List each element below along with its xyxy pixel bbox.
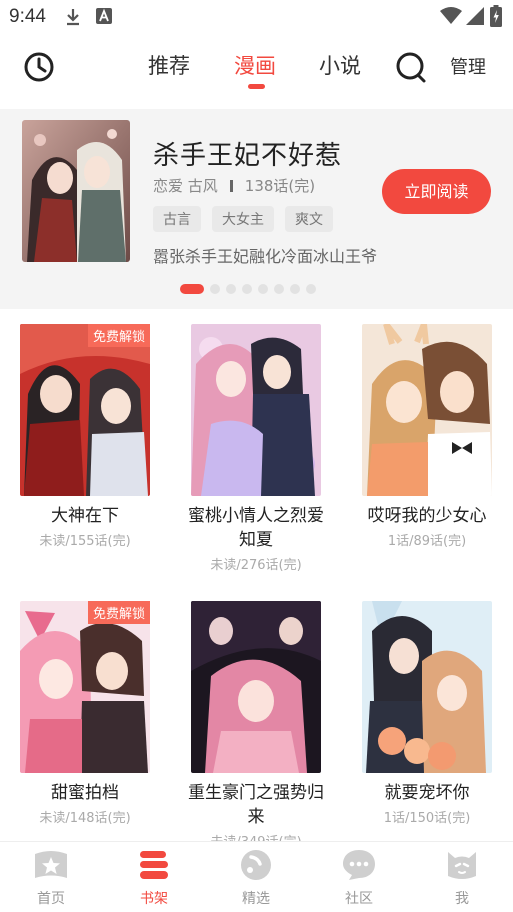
bottom-nav-label: 我 [455, 891, 469, 907]
bottom-nav: 首页 书架 精选 社区 我 [0, 841, 513, 912]
banner-chapters: 138话(完) [244, 177, 316, 195]
comic-title[interactable]: 哎呀我的少女心 [352, 504, 502, 528]
comic-cover-image[interactable] [191, 324, 321, 496]
bottom-nav-bookshelf[interactable]: 书架 [114, 842, 194, 912]
wifi-icon [440, 7, 462, 24]
comic-progress: 未读/148话(完) [39, 811, 131, 826]
comic-cover-image[interactable] [362, 324, 492, 496]
comic-cover-image[interactable] [191, 601, 321, 773]
download-icon [67, 9, 79, 26]
cell-signal-icon [466, 7, 484, 25]
banner-description: 嚣张杀手王妃融化冷面冰山王爷 [153, 247, 378, 266]
status-bar: 9:44 [0, 0, 513, 34]
banner-tag: 爽文 [285, 206, 333, 232]
carousel-dot[interactable] [274, 284, 284, 294]
tab-comics[interactable]: 漫画 [234, 50, 276, 80]
comic-cover-image[interactable] [20, 601, 150, 773]
bottom-nav-label: 书架 [140, 891, 168, 907]
community-chat-icon [343, 850, 375, 880]
comic-progress: 未读/155话(完) [39, 534, 131, 549]
bottom-nav-label: 精选 [242, 891, 270, 907]
bottom-nav-home[interactable]: 首页 [11, 842, 91, 912]
meta-divider [229, 180, 233, 192]
comic-title[interactable]: 甜蜜拍档 [10, 781, 160, 805]
carousel-dot[interactable] [180, 284, 204, 294]
bottom-nav-label: 社区 [345, 891, 373, 907]
status-time: 9:44 [9, 6, 46, 27]
carousel-dot[interactable] [306, 284, 316, 294]
free-unlock-badge: 免费解锁 [87, 601, 150, 624]
carousel-dot[interactable] [290, 284, 300, 294]
banner-genre: 恋爱 古风 [153, 177, 218, 195]
search-icon[interactable] [395, 50, 427, 84]
featured-icon [241, 850, 271, 880]
comic-cover-image[interactable] [20, 324, 150, 496]
carousel-dot[interactable] [210, 284, 220, 294]
comic-title[interactable]: 就要宠坏你 [352, 781, 502, 805]
banner-tag: 大女主 [212, 206, 274, 232]
comic-title[interactable]: 大神在下 [10, 504, 160, 528]
profile-cat-icon [448, 852, 476, 879]
bottom-nav-me[interactable]: 我 [422, 842, 502, 912]
manage-button[interactable]: 管理 [450, 53, 486, 79]
comic-progress: 1话/89话(完) [387, 534, 467, 549]
read-now-button[interactable]: 立即阅读 [382, 169, 491, 214]
bottom-nav-community[interactable]: 社区 [319, 842, 399, 912]
comic-title[interactable]: 重生豪门之强势归来 [181, 781, 331, 829]
tab-recommend[interactable]: 推荐 [148, 50, 190, 80]
bottom-nav-label: 首页 [37, 891, 65, 907]
carousel-dot[interactable] [226, 284, 236, 294]
banner-meta: 恋爱 古风 138话(完) [153, 175, 315, 196]
battery-icon [490, 5, 502, 27]
tab-novels[interactable]: 小说 [319, 50, 361, 80]
carousel-dot[interactable] [258, 284, 268, 294]
free-unlock-badge: 免费解锁 [87, 324, 150, 347]
carousel-dot[interactable] [242, 284, 252, 294]
banner-tag: 古言 [153, 206, 201, 232]
home-star-icon [35, 851, 67, 878]
top-nav: 推荐 漫画 小说 管理 [0, 34, 513, 104]
comic-progress: 未读/276话(完) [210, 558, 302, 573]
banner-title[interactable]: 杀手王妃不好惹 [153, 135, 342, 172]
history-clock-icon[interactable] [22, 50, 56, 84]
comic-progress: 1话/150话(完) [383, 811, 471, 826]
font-a-icon [96, 8, 112, 24]
bookshelf-icon [140, 851, 168, 879]
banner-tags: 古言 大女主 爽文 [153, 206, 333, 232]
comic-cover-image[interactable] [362, 601, 492, 773]
carousel-dots[interactable] [180, 284, 316, 294]
comic-title[interactable]: 蜜桃小情人之烈爱知夏 [181, 504, 331, 552]
bottom-nav-featured[interactable]: 精选 [216, 842, 296, 912]
active-tab-indicator [248, 84, 265, 89]
featured-banner[interactable]: 杀手王妃不好惹 恋爱 古风 138话(完) 古言 大女主 爽文 嚣张杀手王妃融化冷… [0, 109, 513, 309]
banner-cover-image[interactable] [22, 120, 130, 262]
